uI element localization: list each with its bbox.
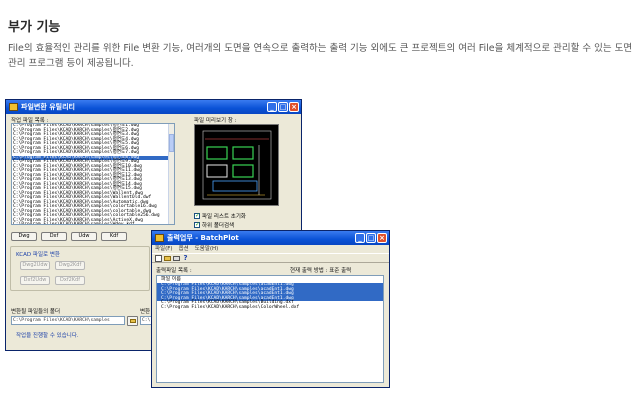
checkbox-subfolder[interactable]: ✓ (194, 222, 200, 228)
format-kdf-button[interactable]: Kdf (101, 232, 127, 241)
browse-folder-button[interactable] (127, 316, 138, 326)
output-right-label: 변환 (140, 309, 151, 315)
output-file-rows: C:\Program Files\KCAD\KARCH\samples\acad… (157, 282, 383, 311)
output-list-label: 출력파일 목록 : (156, 268, 192, 274)
minimize-button[interactable]: _ (267, 102, 277, 112)
output-folder-input[interactable]: C:\Program Files\KCAD\KARCH\samples (11, 316, 125, 325)
help-icon[interactable]: ? (182, 254, 189, 262)
close-button[interactable]: × (377, 233, 387, 243)
maximize-button[interactable]: □ (278, 102, 288, 112)
file-list-item[interactable]: C:\Program Files\KCAD\KARCH\samples\Wdev… (12, 222, 174, 224)
batchplot-title: 출력업무 - BatchPlot (167, 234, 239, 242)
batchplot-window: 출력업무 - BatchPlot _ □ × 파일(F) 옵션 도움말(H) ?… (151, 230, 390, 388)
menu-help[interactable]: 도움말(H) (195, 245, 219, 253)
file-list-scrollbar[interactable] (168, 124, 174, 224)
cad-drawing-preview (202, 130, 272, 200)
folder-icon (130, 319, 136, 323)
list-reset-option[interactable]: ✓ 파일 리스트 초기화 (194, 212, 246, 220)
app-icon (9, 103, 18, 111)
converter-titlebar[interactable]: 파일변환 유틸리티 _ □ × (6, 100, 301, 114)
open-folder-icon[interactable] (164, 256, 171, 261)
menu-file[interactable]: 파일(F) (155, 245, 173, 253)
scroll-thumb[interactable] (169, 134, 174, 152)
app-icon (155, 234, 164, 242)
format-udw-button[interactable]: Udw (71, 232, 97, 241)
format-dwg-button[interactable]: Dwg (11, 232, 37, 241)
drawing-block-b (232, 146, 254, 160)
dwg2kdf-button[interactable]: Dwg2Kdf (55, 261, 85, 270)
dxf2udw-button[interactable]: Dxf2Udw (20, 276, 50, 285)
bottom-reflection (0, 406, 640, 420)
new-document-icon[interactable] (155, 254, 162, 262)
dxf2kdf-button[interactable]: Dxf2Kdf (55, 276, 85, 285)
drawing-block-c (206, 164, 228, 178)
drawing-block-e (212, 180, 258, 192)
kcad-convert-label: KCAD 파일로 변환 (16, 252, 60, 258)
toolbar: ? (152, 253, 389, 263)
batchplot-titlebar[interactable]: 출력업무 - BatchPlot _ □ × (152, 231, 389, 245)
drawing-block-a (206, 146, 228, 160)
list-reset-label: 파일 리스트 초기화 (202, 214, 246, 220)
page-title: 부가 기능 (8, 20, 61, 35)
file-list: C:\Program Files\KCAD\KARCH\samples\평면도1… (12, 124, 174, 224)
minimize-button[interactable]: _ (355, 233, 365, 243)
page-description: File의 효율적인 관리를 위한 File 변환 기능, 여러개의 도면을 연… (8, 43, 633, 69)
print-icon[interactable] (173, 256, 180, 261)
menu-bar: 파일(F) 옵션 도움말(H) (152, 245, 389, 253)
preview-label: 파일 미리보기 창 : (194, 118, 237, 124)
output-folder-label: 변환될 파일들의 폴더 (11, 309, 61, 315)
maximize-button[interactable]: □ (366, 233, 376, 243)
output-file-item[interactable]: C:\Program Files\KCAD\KARCH\samples\Colo… (157, 305, 383, 311)
preview-pane (194, 124, 279, 206)
format-dxf-button[interactable]: Dxf (41, 232, 67, 241)
menu-options[interactable]: 옵션 (179, 245, 189, 253)
drawing-block-d (232, 164, 254, 178)
converter-title: 파일변환 유틸리티 (21, 103, 75, 111)
subfolder-label: 하위 폴더검색 (202, 223, 235, 229)
close-button[interactable]: × (289, 102, 299, 112)
output-mode-label: 현재 출력 방법 : 표준 출력 (290, 268, 352, 274)
dwg2udw-button[interactable]: Dwg2Udw (20, 261, 50, 270)
status-text: 작업을 진행할 수 있습니다. (16, 333, 79, 339)
checkbox-list-reset[interactable]: ✓ (194, 213, 200, 219)
file-listbox[interactable]: C:\Program Files\KCAD\KARCH\samples\평면도1… (11, 123, 175, 225)
output-file-list[interactable]: 파일 이름 C:\Program Files\KCAD\KARCH\sample… (156, 275, 384, 383)
subfolder-option[interactable]: ✓ 하위 폴더검색 (194, 221, 234, 229)
